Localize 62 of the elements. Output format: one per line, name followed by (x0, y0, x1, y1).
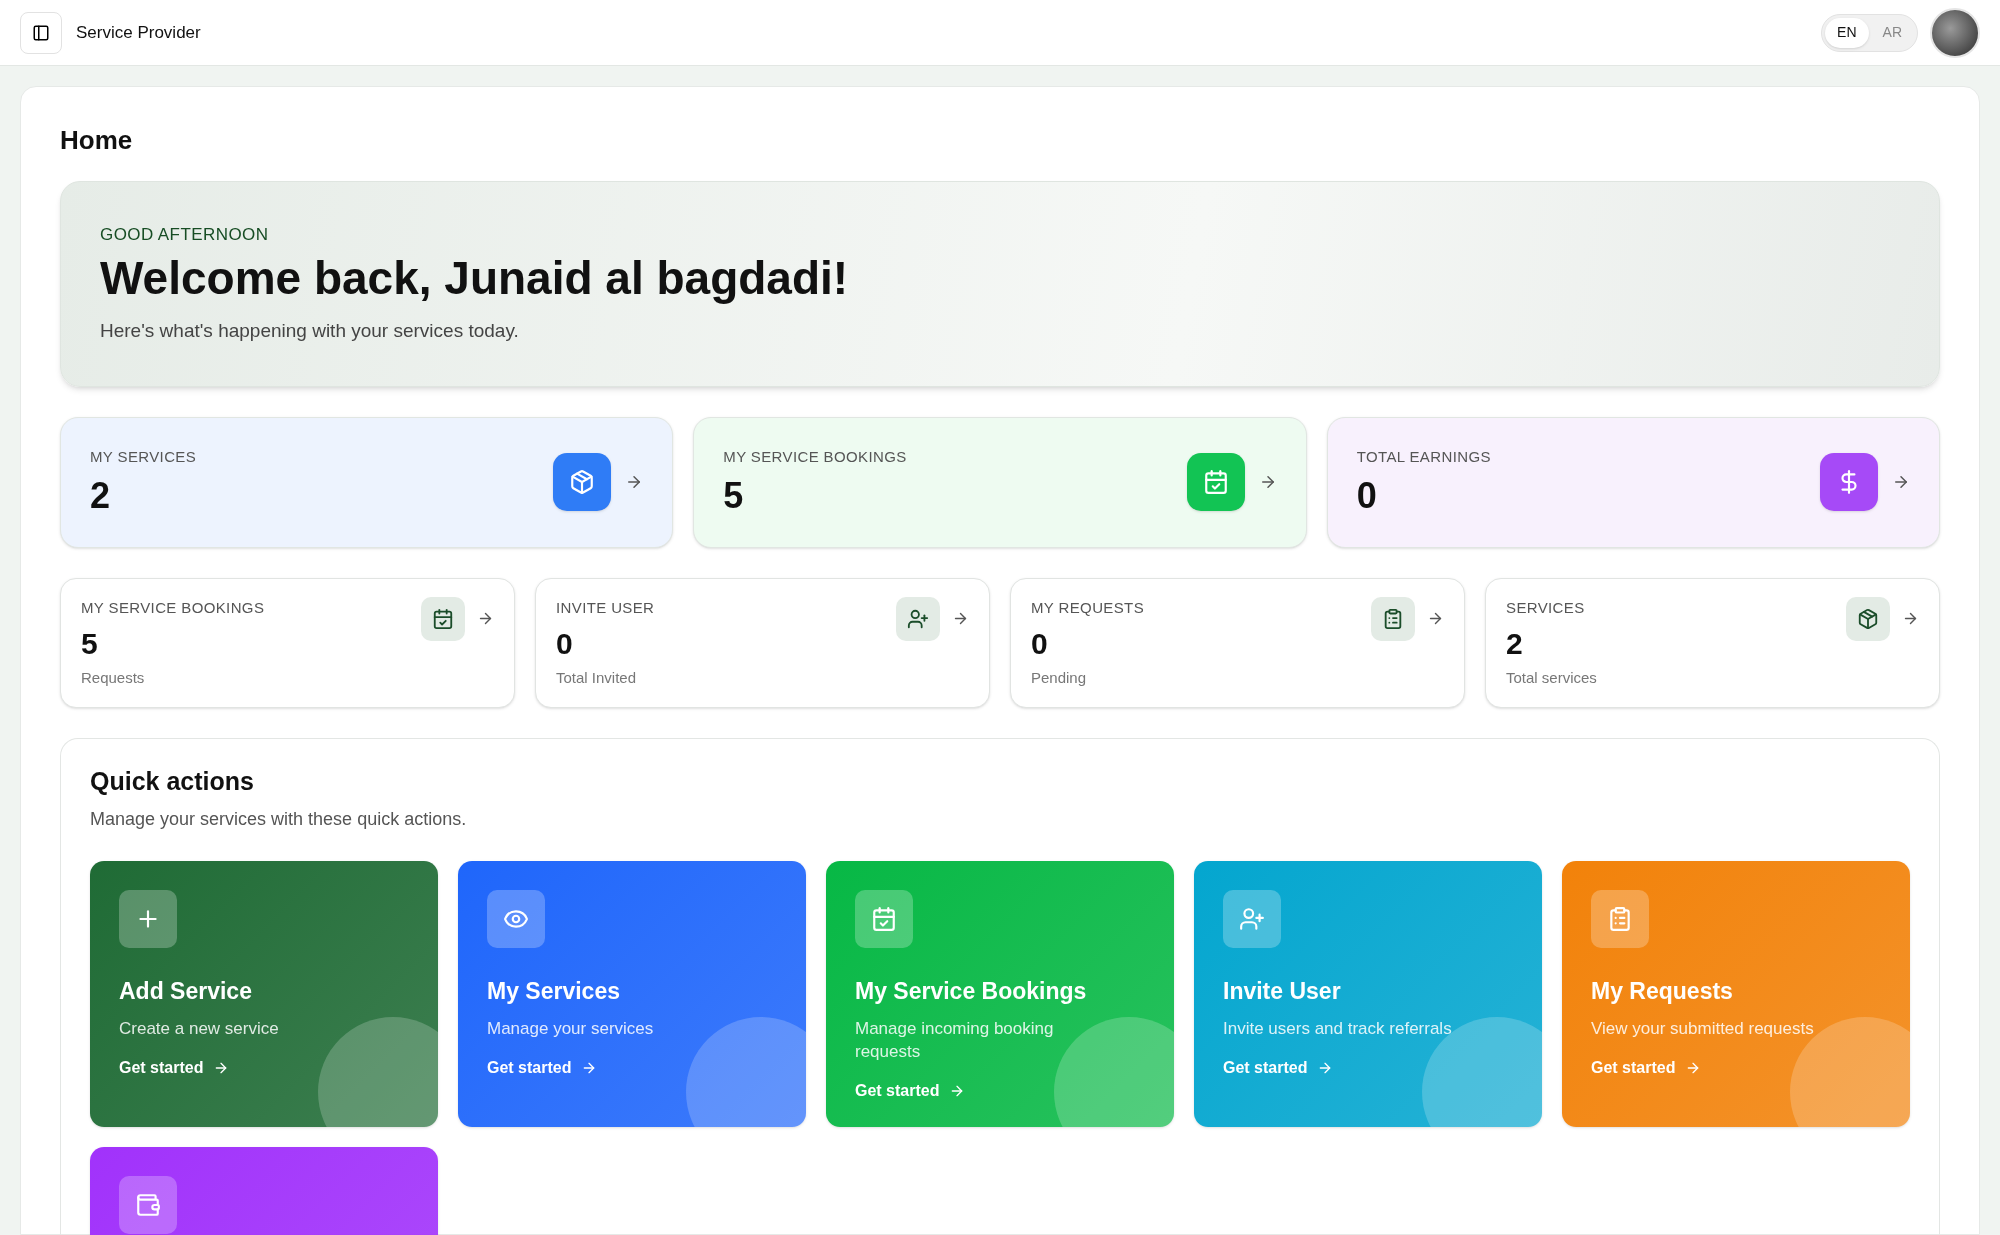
card-value: 0 (1031, 626, 1048, 662)
action-title: My Requests (1591, 977, 1733, 1006)
plus-icon (119, 890, 177, 948)
section-title: Quick actions (90, 765, 255, 797)
welcome-subtitle: Here's what's happening with your services today. (100, 319, 519, 343)
sidebar-toggle-button[interactable] (20, 11, 62, 54)
card-value: 0 (1356, 473, 1377, 518)
action-title: My Services (487, 977, 620, 1006)
get-started-link[interactable]: Get started (119, 1055, 230, 1080)
card-label: TOTAL EARNINGS (1356, 447, 1491, 468)
language-option[interactable]: EN (1825, 17, 1869, 48)
stat-card[interactable]: MY REQUESTS 0 Pending (1010, 577, 1465, 708)
language-option[interactable]: AR (1870, 17, 1914, 48)
card-label: INVITE USER (556, 597, 655, 618)
user-plus-icon (1223, 890, 1281, 948)
card-caption: Pending (1031, 667, 1087, 688)
action-description: Invite users and track referrals (1223, 1017, 1452, 1040)
calendar-check-icon (421, 596, 465, 641)
panel-icon (32, 23, 50, 42)
avatar[interactable] (1930, 7, 1980, 58)
action-title: Add Service (119, 977, 252, 1006)
arrow-icon (1892, 473, 1910, 491)
action-description: Create a new service (119, 1017, 279, 1040)
greeting: GOOD AFTERNOON (100, 224, 269, 246)
calendar-check-icon (855, 890, 913, 948)
stat-card[interactable]: SERVICES 2 Total services (1485, 577, 1940, 708)
clipboard-icon (1371, 596, 1415, 641)
card-value: 0 (556, 626, 573, 662)
card-label: MY SERVICES (90, 447, 197, 468)
stat-card[interactable]: MY SERVICE BOOKINGS 5 Requests (60, 577, 515, 708)
clipboard-icon (1591, 890, 1649, 948)
get-started-link[interactable]: Get started (487, 1055, 598, 1080)
stat-card[interactable]: INVITE USER 0 Total Invited (535, 577, 990, 708)
action-title: Invite User (1223, 977, 1341, 1006)
section-subtitle: Manage your services with these quick actions. (90, 808, 468, 831)
action-description: Manage incoming booking requests (855, 1017, 1055, 1063)
card-caption: Total services (1506, 667, 1597, 688)
box-icon (1846, 596, 1890, 641)
eye-icon (487, 890, 545, 948)
action-description: Manage your services (487, 1017, 654, 1040)
card-value: 5 (723, 473, 744, 518)
summary-card[interactable]: MY SERVICES 2 (60, 416, 674, 548)
summary-card[interactable]: MY SERVICE BOOKINGS 5 (693, 416, 1307, 548)
summary-card[interactable]: TOTAL EARNINGS 0 (1326, 416, 1940, 548)
card-label: MY REQUESTS (1031, 597, 1145, 618)
card-caption: Requests (81, 667, 145, 688)
quick-action-card[interactable]: Add Service Create a new service Get started (90, 861, 438, 1127)
wallet-icon (119, 1176, 177, 1234)
user-plus-icon (896, 596, 940, 641)
card-label: SERVICES (1506, 597, 1585, 618)
action-title: My Service Bookings (855, 977, 1087, 1006)
action-description: View your submitted requests (1591, 1017, 1814, 1040)
card-value: 2 (1506, 626, 1523, 662)
welcome-heading: Welcome back, Junaid al bagdadi! (100, 250, 849, 306)
card-label: MY SERVICE BOOKINGS (723, 447, 907, 468)
quick-action-card[interactable]: My Services Manage your services Get started (458, 861, 806, 1127)
card-caption: Total Invited (556, 667, 637, 688)
page-title: Home (60, 127, 134, 153)
card-value: 2 (90, 473, 111, 518)
card-value: 5 (81, 626, 98, 662)
card-label: MY SERVICE BOOKINGS (81, 597, 265, 618)
app-title: Service Provider (76, 21, 201, 44)
